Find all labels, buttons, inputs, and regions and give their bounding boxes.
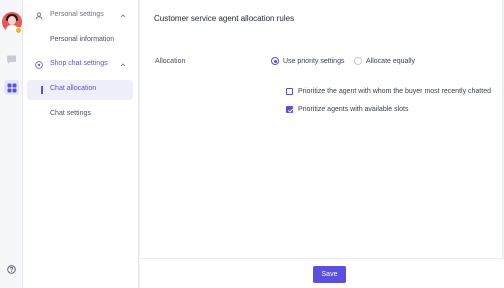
nav-item-label: Chat settings: [50, 110, 91, 117]
radio-allocate-equally[interactable]: Allocate equally: [354, 57, 415, 65]
radio-unselected-icon[interactable]: [354, 57, 362, 65]
save-button[interactable]: Save: [313, 266, 346, 283]
main-panel: Customer service agent allocation rules …: [140, 0, 504, 288]
nav-group-shop-chat-settings[interactable]: Shop chat settings: [23, 55, 139, 75]
checkbox-checked-icon[interactable]: [286, 106, 294, 113]
radio-selected-icon[interactable]: [271, 57, 279, 65]
nav-item-label: Chat allocation: [50, 85, 97, 92]
chevron-up-icon: [120, 62, 126, 68]
nav-item-chat-settings[interactable]: Chat settings: [23, 105, 139, 125]
nav-group-label: Personal settings: [50, 11, 104, 18]
status-badge-icon: [15, 27, 22, 34]
help-icon[interactable]: [4, 262, 19, 277]
checkbox-label: Prioritize the agent with whom the buyer…: [298, 88, 491, 95]
chat-bubble-icon[interactable]: [4, 52, 19, 67]
checkbox-unchecked-icon[interactable]: [286, 88, 293, 95]
selected-indicator: [41, 86, 43, 94]
nav-item-chat-allocation[interactable]: Chat allocation: [27, 80, 133, 100]
chevron-up-icon: [120, 13, 126, 19]
radio-label: Use priority settings: [283, 57, 345, 65]
settings-nav: Personal settings Personal information S…: [23, 0, 139, 288]
radio-label: Allocate equally: [366, 57, 416, 65]
nav-item-label: Personal information: [50, 36, 115, 43]
radio-use-priority-settings[interactable]: Use priority settings: [271, 57, 344, 65]
app-rail: [0, 0, 23, 288]
allocation-label: Allocation: [155, 58, 186, 65]
apps-grid-icon[interactable]: [4, 80, 19, 95]
user-icon: [35, 12, 43, 20]
chat-settings-icon: [35, 61, 43, 69]
checkbox-label: Prioritize agents with available slots: [298, 106, 409, 113]
page-title: Customer service agent allocation rules: [154, 14, 295, 23]
checkbox-prioritize-available-slots[interactable]: Prioritize agents with available slots: [286, 106, 409, 113]
avatar-face: [8, 16, 16, 25]
nav-group-personal-settings[interactable]: Personal settings: [23, 6, 139, 26]
checkbox-prioritize-recent-agent[interactable]: Prioritize the agent with whom the buyer…: [286, 88, 491, 95]
nav-group-label: Shop chat settings: [50, 60, 108, 67]
nav-item-personal-information[interactable]: Personal information: [23, 31, 139, 51]
footer-bar: Save: [140, 258, 504, 288]
